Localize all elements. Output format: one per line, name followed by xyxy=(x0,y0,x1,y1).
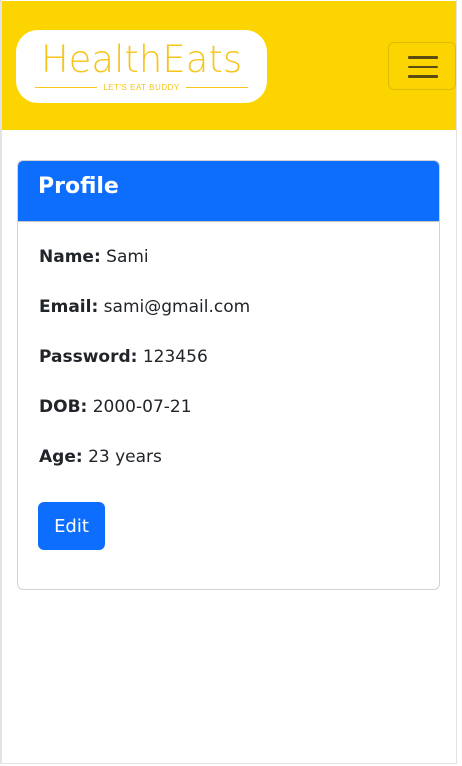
field-value: sami@gmail.com xyxy=(103,297,251,317)
logo-line-right xyxy=(185,86,248,88)
profile-field-email: Email: sami@gmail.com xyxy=(39,297,250,317)
field-label: DOB: xyxy=(39,397,88,417)
field-label: Email: xyxy=(39,297,99,317)
menu-toggle-button[interactable] xyxy=(388,42,456,90)
profile-card-header: Profile xyxy=(18,161,439,222)
field-label: Name: xyxy=(39,247,101,267)
navbar: HealthEats LET'S EAT BUDDY xyxy=(2,1,456,130)
field-value: Sami xyxy=(106,247,149,267)
profile-field-dob: DOB: 2000-07-21 xyxy=(39,397,192,417)
field-label: Age: xyxy=(39,447,83,467)
brand-logo[interactable]: HealthEats LET'S EAT BUDDY xyxy=(16,30,267,103)
profile-title: Profile xyxy=(38,174,119,199)
logo-tagline-row: LET'S EAT BUDDY xyxy=(35,82,248,92)
logo-text: HealthEats xyxy=(40,38,243,81)
profile-field-name: Name: Sami xyxy=(39,247,149,267)
field-value: 2000-07-21 xyxy=(92,397,192,417)
logo-line-left xyxy=(35,86,98,88)
field-value: 123456 xyxy=(142,347,208,367)
edit-button[interactable]: Edit xyxy=(38,502,105,550)
logo-tagline: LET'S EAT BUDDY xyxy=(103,82,180,92)
profile-field-age: Age: 23 years xyxy=(39,447,162,467)
field-label: Password: xyxy=(39,347,138,367)
profile-field-password: Password: 123456 xyxy=(39,347,208,367)
field-value: 23 years xyxy=(88,447,162,467)
profile-card: Profile Name: Sami Email: sami@gmail.com… xyxy=(17,160,440,590)
